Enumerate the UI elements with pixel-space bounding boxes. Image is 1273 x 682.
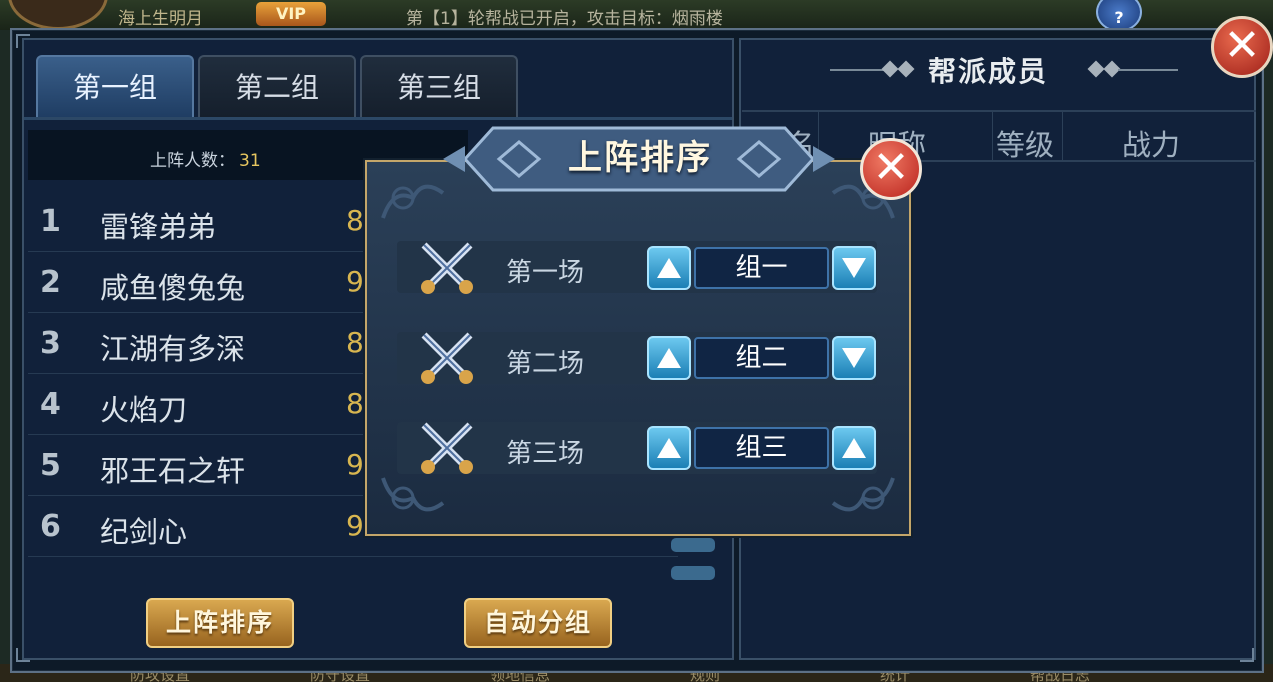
arrow-down-icon — [842, 348, 866, 368]
deploy-order-button[interactable]: 上阵排序 — [146, 598, 294, 648]
deploy-count-value: 31 — [239, 151, 261, 171]
member-level: 8 — [346, 326, 364, 359]
auto-group-button[interactable]: 自动分组 — [464, 598, 612, 648]
move-up-button[interactable] — [647, 246, 691, 290]
move-up-button[interactable] — [647, 426, 691, 470]
tab-group-2[interactable]: 第二组 — [198, 55, 356, 117]
crossed-swords-icon — [421, 332, 473, 384]
tab-divider — [24, 117, 732, 120]
match-label: 第三场 — [506, 439, 585, 469]
member-name: 雷锋弟弟 — [100, 210, 217, 244]
game-topbar: 海上生明月 VIP 第【1】轮帮战已开启，攻击目标：烟雨楼 ? — [0, 0, 1273, 32]
member-level: 9 — [346, 265, 364, 298]
move-down-button[interactable] — [832, 246, 876, 290]
member-level: 9 — [346, 509, 364, 542]
member-level: 9 — [346, 448, 364, 481]
arrow-up-icon — [842, 438, 866, 458]
vip-badge[interactable]: VIP — [256, 2, 326, 26]
crossed-swords-icon — [421, 422, 473, 474]
member-name: 纪剑心 — [100, 515, 188, 549]
member-rank: 2 — [40, 265, 61, 300]
tab-group-3[interactable]: 第三组 — [360, 55, 518, 117]
member-name: 火焰刀 — [100, 393, 188, 427]
arrow-down-icon — [842, 258, 866, 278]
group-select[interactable]: 组三 — [694, 427, 829, 469]
frame-corner — [16, 648, 30, 662]
dialog-title: 上阵排序 — [568, 138, 712, 178]
deploy-count: 上阵人数： 31 — [150, 146, 261, 171]
move-down-button[interactable] — [832, 336, 876, 380]
deploy-count-label: 上阵人数： — [150, 151, 235, 171]
member-rank: 3 — [40, 326, 61, 361]
match-label: 第一场 — [506, 258, 585, 288]
member-level: 8 — [346, 204, 364, 237]
close-dialog-button[interactable]: ✕ — [860, 138, 922, 200]
move-up-button[interactable] — [647, 336, 691, 380]
title-divider — [1118, 69, 1178, 71]
member-name: 咸鱼傻兔兔 — [100, 271, 246, 305]
group-select[interactable]: 组二 — [694, 337, 829, 379]
row-action-button[interactable] — [671, 566, 715, 580]
member-rank: 1 — [40, 204, 61, 239]
frame-corner — [16, 34, 30, 48]
member-name: 邪王石之轩 — [100, 454, 246, 488]
arrow-up-icon — [657, 348, 681, 368]
arrow-up-icon — [657, 438, 681, 458]
close-window-button[interactable]: ✕ — [1211, 16, 1273, 78]
column-header: 战力 — [1122, 128, 1181, 162]
column-divider — [992, 112, 993, 160]
crossed-swords-icon — [421, 242, 473, 294]
match-label: 第二场 — [506, 349, 585, 379]
member-rank: 5 — [40, 448, 61, 483]
battle-notice: 第【1】轮帮战已开启，攻击目标：烟雨楼 — [406, 9, 723, 29]
member-level: 8 — [346, 387, 364, 420]
member-rank: 6 — [40, 509, 61, 544]
cloud-ornament-icon — [831, 477, 895, 512]
move-up-button[interactable] — [832, 426, 876, 470]
column-header: 等级 — [996, 128, 1055, 162]
row-action-button[interactable] — [671, 538, 715, 552]
avatar[interactable] — [8, 0, 108, 30]
cloud-ornament-icon — [381, 184, 445, 219]
frame-corner — [1240, 648, 1254, 662]
column-divider — [1062, 112, 1063, 160]
player-name: 海上生明月 — [118, 9, 203, 29]
tab-group-1[interactable]: 第一组 — [36, 55, 194, 117]
member-panel-title: 帮派成员 — [928, 55, 1049, 88]
group-select[interactable]: 组一 — [694, 247, 829, 289]
arrow-up-icon — [657, 258, 681, 278]
member-name: 江湖有多深 — [100, 332, 246, 366]
member-rank: 4 — [40, 387, 61, 422]
